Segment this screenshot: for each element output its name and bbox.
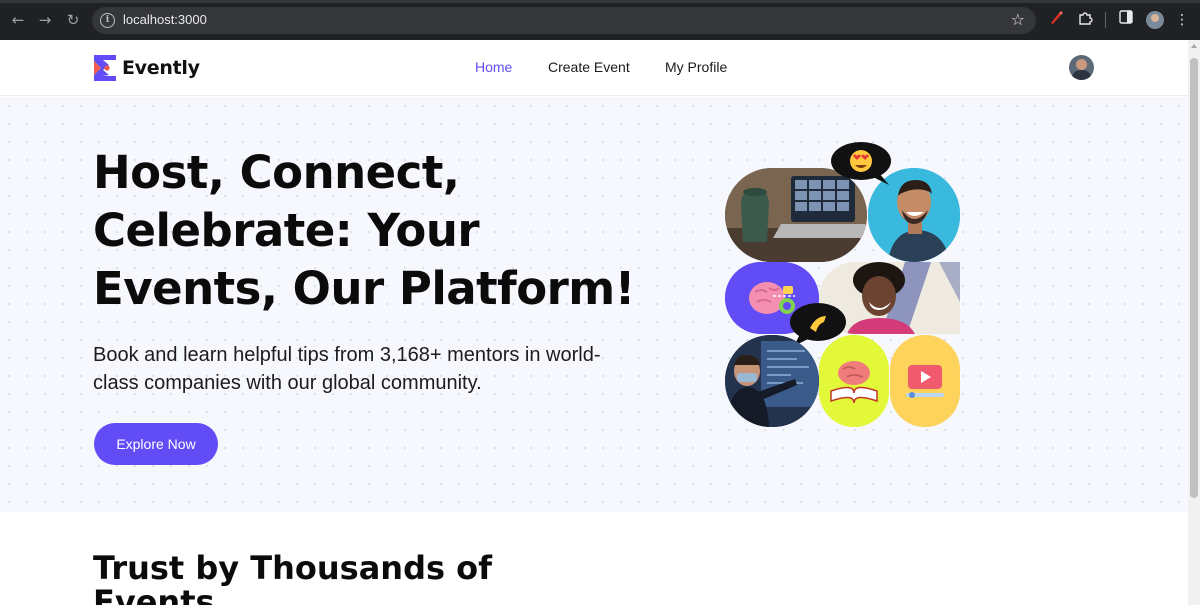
hero-subtitle: Book and learn helpful tips from 3,168+ … [93,344,601,394]
book-brain-tile [819,335,889,427]
forward-arrow-icon[interactable]: → [36,11,54,29]
heart-eyes-bubble-icon [829,141,893,187]
hero-title: Host, Connect, Celebrate: Your Events, O… [93,146,635,315]
nav-home-link[interactable]: Home [475,59,512,75]
scroll-up-arrow-icon[interactable] [1191,44,1197,48]
explore-now-button[interactable]: Explore Now [94,423,218,465]
profile-avatar-icon[interactable] [1146,11,1164,29]
reload-icon[interactable]: ↻ [64,11,82,29]
back-arrow-icon[interactable]: ← [9,11,27,29]
extension-red-icon[interactable] [1046,10,1066,30]
site-info-icon[interactable]: i [100,13,115,28]
bookmark-star-icon[interactable]: ☆ [1011,10,1025,29]
page-scrollbar[interactable] [1188,40,1200,605]
page-viewport: Evently Home Create Event My Profile Hos… [0,40,1188,605]
trust-section-title: Trust by Thousands of Events [93,549,493,605]
address-bar[interactable]: i localhost:3000 ☆ [92,7,1036,34]
site-header: Evently Home Create Event My Profile [0,40,1188,96]
video-player-tile [890,335,960,427]
brand-logo[interactable]: Evently [94,55,200,81]
side-panel-icon[interactable] [1116,10,1136,30]
extensions-puzzle-icon[interactable] [1075,10,1095,30]
tab-strip [0,0,1200,3]
url-text[interactable]: localhost:3000 [123,12,207,27]
nav-create-event-link[interactable]: Create Event [548,59,630,75]
user-avatar[interactable] [1069,55,1094,80]
toolbar-divider [1105,12,1106,28]
brand-name: Evently [122,57,200,79]
hero-section: Host, Connect, Celebrate: Your Events, O… [0,97,1188,512]
browser-toolbar: ← → ↻ i localhost:3000 ☆ ⋮ [0,0,1200,40]
logo-mark-icon [94,55,116,81]
menu-dots-icon[interactable]: ⋮ [1172,10,1192,30]
hero-image-collage [715,137,975,437]
presenter-man-photo [725,335,819,427]
nav-my-profile-link[interactable]: My Profile [665,59,727,75]
scrollbar-thumb[interactable] [1190,58,1198,498]
